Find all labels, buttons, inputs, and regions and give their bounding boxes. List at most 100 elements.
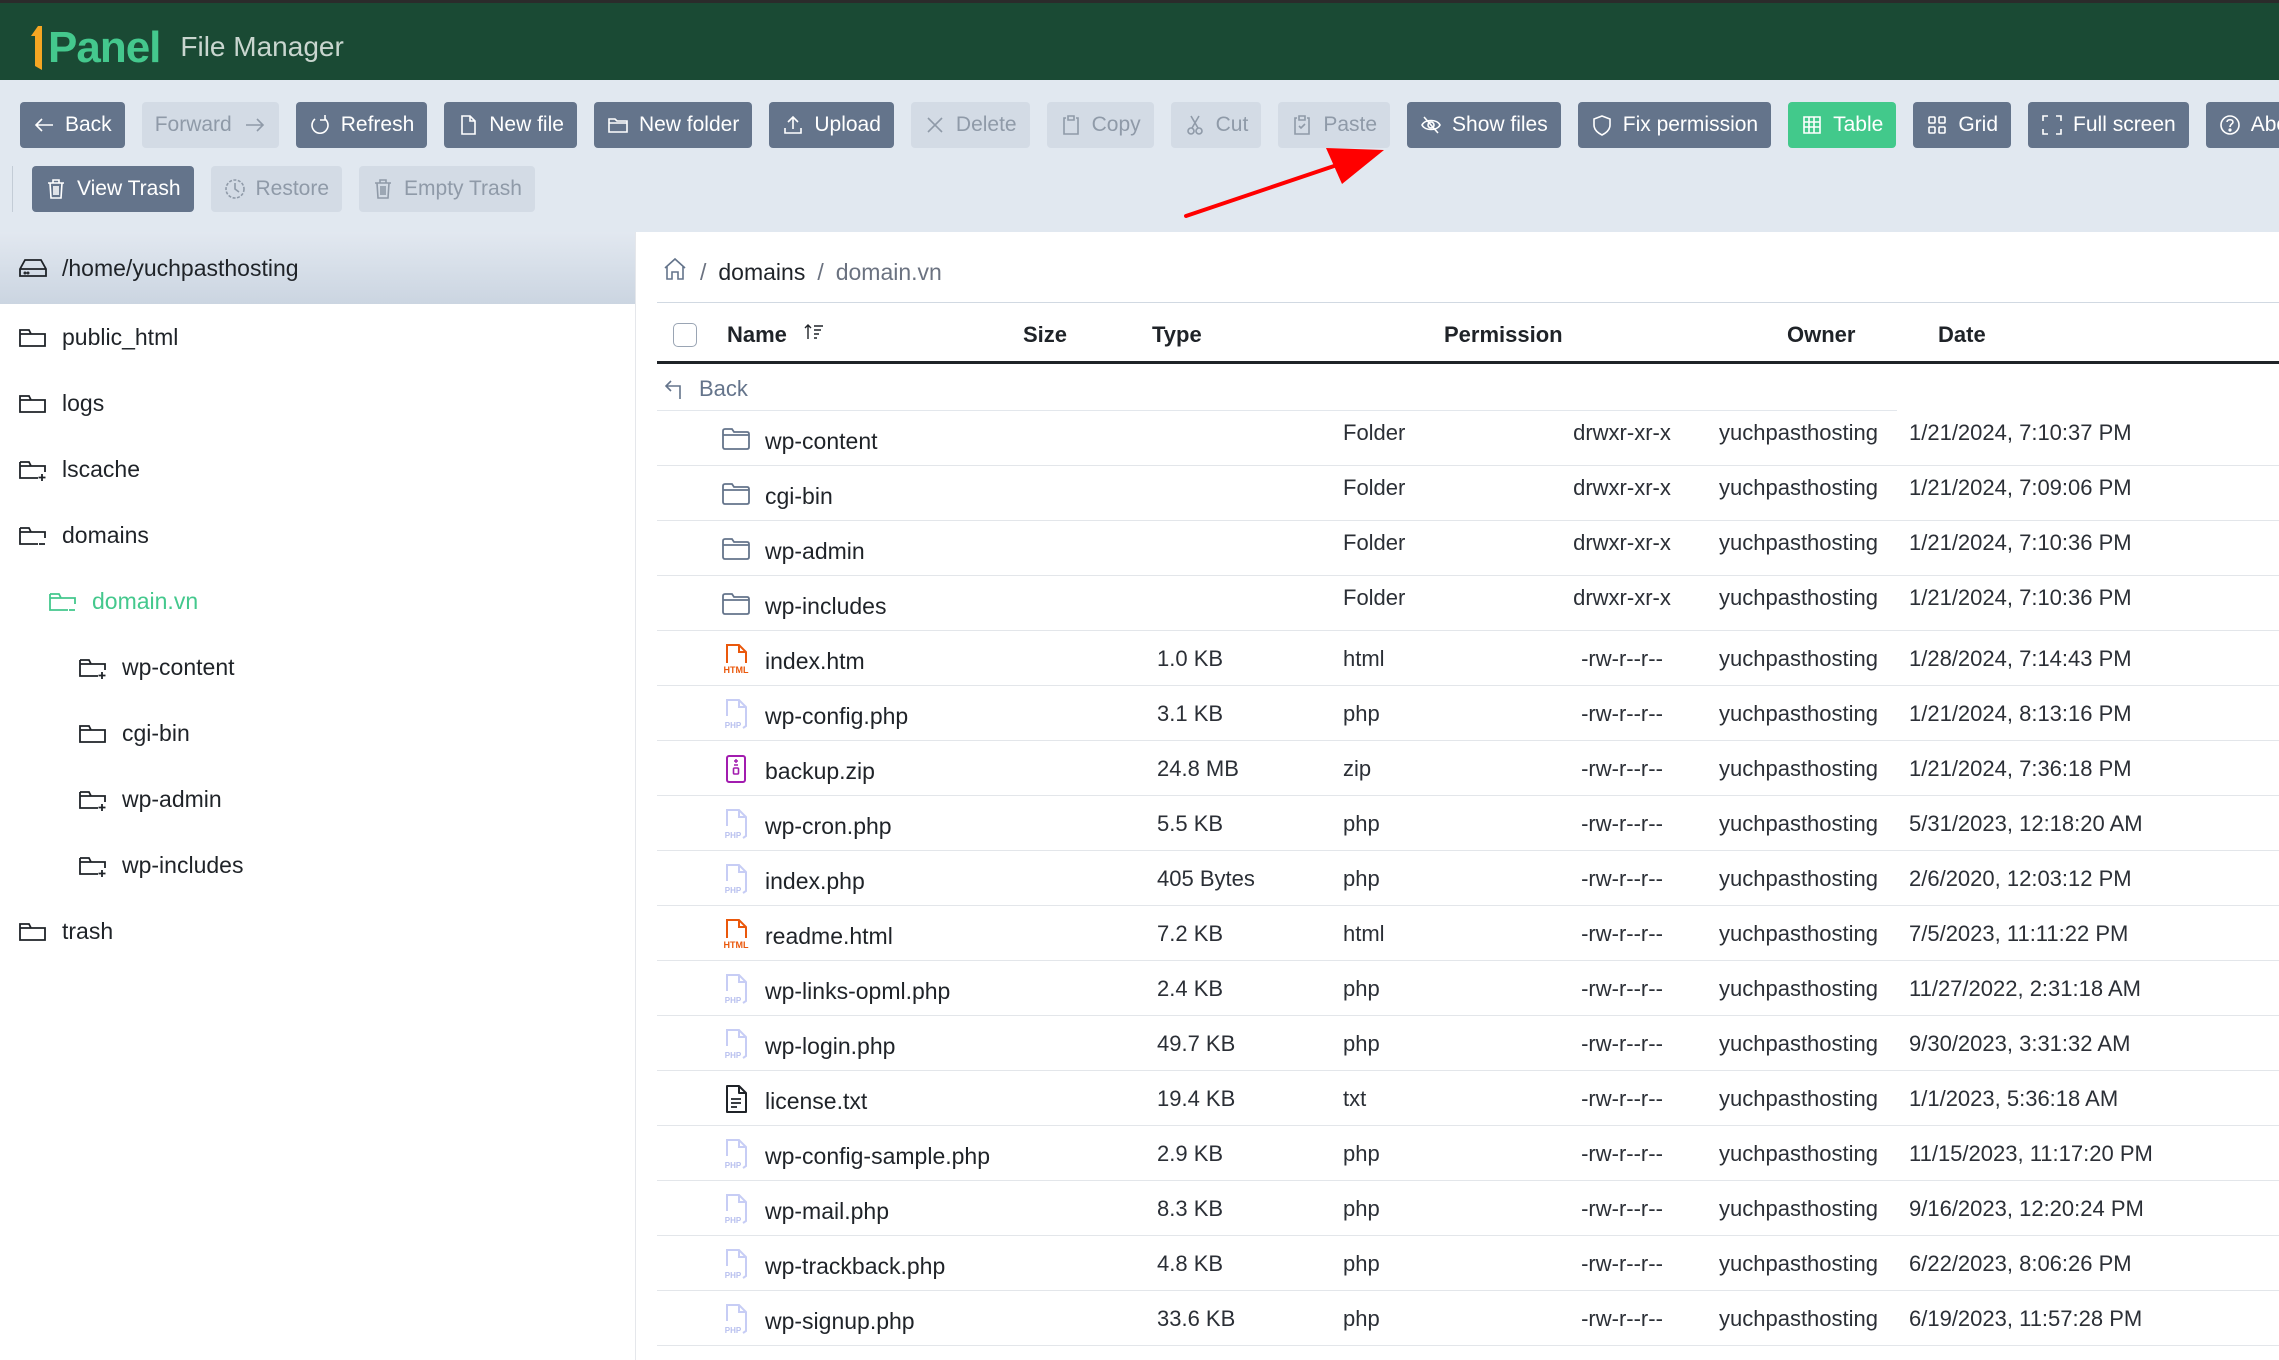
copy-button[interactable]: Copy — [1046, 102, 1154, 148]
file-row[interactable]: PHP wp-config.php 3.1 KB php -rw-r--r-- yuchp… — [657, 686, 2279, 741]
file-name[interactable]: index.htm — [765, 631, 865, 686]
app-logo: Panel — [30, 14, 161, 70]
column-header-type[interactable]: Type — [1152, 306, 1202, 364]
file-permission[interactable]: -rw-r--r-- — [1557, 1236, 1687, 1291]
parent-directory-back[interactable]: Back — [657, 367, 1897, 411]
sidebar-item-lscache[interactable]: lscache — [0, 436, 635, 502]
full-screen-button[interactable]: Full screen — [2028, 102, 2189, 148]
fix-permission-button[interactable]: Fix permission — [1577, 102, 1772, 148]
file-row[interactable]: PHP wp-cron.php 5.5 KB php -rw-r--r-- yuchpas… — [657, 796, 2279, 851]
file-permission[interactable]: drwxr-xr-x — [1557, 460, 1687, 515]
checkbox-box[interactable] — [673, 323, 697, 347]
file-name[interactable]: wp-config-sample.php — [765, 1126, 990, 1181]
file-name[interactable]: wp-login.php — [765, 1016, 895, 1071]
file-name[interactable]: wp-content — [765, 411, 878, 466]
file-name[interactable]: wp-cron.php — [765, 796, 892, 851]
file-permission[interactable]: -rw-r--r-- — [1557, 796, 1687, 851]
sidebar-item-wp-includes[interactable]: wp-includes — [0, 832, 635, 898]
file-permission[interactable]: -rw-r--r-- — [1557, 1071, 1687, 1126]
file-row[interactable]: backup.zip 24.8 MB zip -rw-r--r-- yuchpastho… — [657, 741, 2279, 796]
column-header-size[interactable]: Size — [1023, 306, 1067, 364]
file-permission[interactable]: -rw-r--r-- — [1557, 961, 1687, 1016]
view-trash-button[interactable]: View Trash — [32, 166, 194, 212]
file-permission[interactable]: -rw-r--r-- — [1557, 851, 1687, 906]
file-permission[interactable]: -rw-r--r-- — [1557, 741, 1687, 796]
file-date: 1/21/2024, 7:09:06 PM — [1909, 474, 2132, 500]
sidebar-item-public-html[interactable]: public_html — [0, 304, 635, 370]
column-header-permission[interactable]: Permission — [1444, 306, 1563, 364]
file-type: html — [1343, 645, 1385, 671]
file-row[interactable]: PHP wp-config-sample.php 2.9 KB php -rw-r--r… — [657, 1126, 2279, 1181]
delete-button[interactable]: Delete — [910, 102, 1030, 148]
select-all-checkbox[interactable] — [673, 306, 697, 364]
empty-trash-label: Empty Trash — [404, 177, 522, 200]
sidebar-item-cgi-bin[interactable]: cgi-bin — [0, 700, 635, 766]
file-permission[interactable]: drwxr-xr-x — [1557, 405, 1687, 460]
restore-button[interactable]: Restore — [210, 166, 343, 212]
file-permission[interactable]: -rw-r--r-- — [1557, 1181, 1687, 1236]
sidebar-item-wp-content[interactable]: wp-content — [0, 634, 635, 700]
file-row[interactable]: HTML readme.html 7.2 KB html -rw-r--r-- yuchp… — [657, 906, 2279, 961]
sidebar-item-wp-admin[interactable]: wp-admin — [0, 766, 635, 832]
back-button[interactable]: Back — [20, 102, 125, 148]
file-name[interactable]: readme.html — [765, 906, 893, 961]
file-row[interactable]: PHP index.php 405 Bytes php -rw-r--r-- yuchpa… — [657, 851, 2279, 906]
file-row[interactable]: license.txt 19.4 KB txt -rw-r--r-- yuchpasth… — [657, 1071, 2279, 1126]
file-list-pane: / domains / domain.vn Name Size Type Per… — [637, 232, 2279, 1360]
file-name[interactable]: cgi-bin — [765, 466, 833, 521]
column-header-name[interactable]: Name — [727, 306, 825, 364]
empty-trash-button[interactable]: Empty Trash — [359, 166, 535, 212]
sidebar-item-domain-vn[interactable]: domain.vn — [0, 568, 635, 634]
file-permission[interactable]: -rw-r--r-- — [1557, 1291, 1687, 1346]
sidebar-item-trash[interactable]: trash — [0, 898, 635, 964]
table-button[interactable]: Table — [1788, 102, 1897, 148]
breadcrumb-item-domains[interactable]: domains — [718, 259, 805, 286]
paste-button[interactable]: Paste — [1278, 102, 1391, 148]
column-header-owner[interactable]: Owner — [1787, 306, 1855, 364]
file-name[interactable]: wp-mail.php — [765, 1181, 889, 1236]
file-row[interactable]: PHP wp-login.php 49.7 KB php -rw-r--r-- yuchp… — [657, 1016, 2279, 1071]
grid-button[interactable]: Grid — [1913, 102, 2012, 148]
file-permission[interactable]: drwxr-xr-x — [1557, 570, 1687, 625]
file-row[interactable]: PHP wp-signup.php 33.6 KB php -rw-r--r-- yuch… — [657, 1291, 2279, 1346]
file-row[interactable]: cgi-bin Folder drwxr-xr-x yuchpasthosting 1/… — [657, 466, 2279, 521]
file-permission[interactable]: drwxr-xr-x — [1557, 515, 1687, 570]
file-row[interactable]: HTML index.htm 1.0 KB html -rw-r--r-- yuchpas… — [657, 631, 2279, 686]
sidebar-item-logs[interactable]: logs — [0, 370, 635, 436]
file-name[interactable]: index.php — [765, 851, 865, 906]
show-files-button[interactable]: Show files — [1407, 102, 1561, 148]
file-row[interactable]: PHP wp-trackback.php 4.8 KB php -rw-r--r-- yu… — [657, 1236, 2279, 1291]
upload-button[interactable]: Upload — [769, 102, 894, 148]
new-folder-button[interactable]: New folder — [593, 102, 753, 148]
file-permission[interactable]: -rw-r--r-- — [1557, 1016, 1687, 1071]
file-name[interactable]: license.txt — [765, 1071, 867, 1126]
breadcrumb-home[interactable] — [662, 256, 688, 288]
about-button[interactable]: About — [2205, 102, 2279, 148]
refresh-button[interactable]: Refresh — [295, 102, 428, 148]
file-name[interactable]: wp-config.php — [765, 686, 908, 741]
file-name[interactable]: wp-includes — [765, 576, 886, 631]
php-file-icon: PHP — [725, 1138, 747, 1170]
file-permission[interactable]: -rw-r--r-- — [1557, 906, 1687, 961]
file-name[interactable]: wp-trackback.php — [765, 1236, 945, 1291]
file-row[interactable]: wp-includes Folder drwxr-xr-x yuchpasthosti… — [657, 576, 2279, 631]
sidebar-root-path[interactable]: /home/yuchpasthosting — [0, 232, 635, 304]
file-type-icon: PHP — [719, 851, 753, 906]
sidebar-item-domains[interactable]: domains — [0, 502, 635, 568]
file-permission[interactable]: -rw-r--r-- — [1557, 631, 1687, 686]
sort-ascending-icon[interactable] — [787, 321, 825, 349]
file-row[interactable]: wp-content Folder drwxr-xr-x yuchpasthostin… — [657, 411, 2279, 466]
file-name[interactable]: wp-signup.php — [765, 1291, 915, 1346]
file-name[interactable]: wp-admin — [765, 521, 865, 576]
file-permission[interactable]: -rw-r--r-- — [1557, 686, 1687, 741]
file-row[interactable]: wp-admin Folder drwxr-xr-x yuchpasthosting 1… — [657, 521, 2279, 576]
cut-button[interactable]: Cut — [1170, 102, 1262, 148]
file-name[interactable]: backup.zip — [765, 741, 875, 796]
file-row[interactable]: PHP wp-mail.php 8.3 KB php -rw-r--r-- yuchpas… — [657, 1181, 2279, 1236]
column-header-date[interactable]: Date — [1938, 306, 1986, 364]
file-name[interactable]: wp-links-opml.php — [765, 961, 950, 1016]
file-permission[interactable]: -rw-r--r-- — [1557, 1126, 1687, 1181]
forward-button[interactable]: Forward — [141, 102, 279, 148]
file-row[interactable]: PHP wp-links-opml.php 2.4 KB php -rw-r--r-- y… — [657, 961, 2279, 1016]
new-file-button[interactable]: New file — [444, 102, 577, 148]
